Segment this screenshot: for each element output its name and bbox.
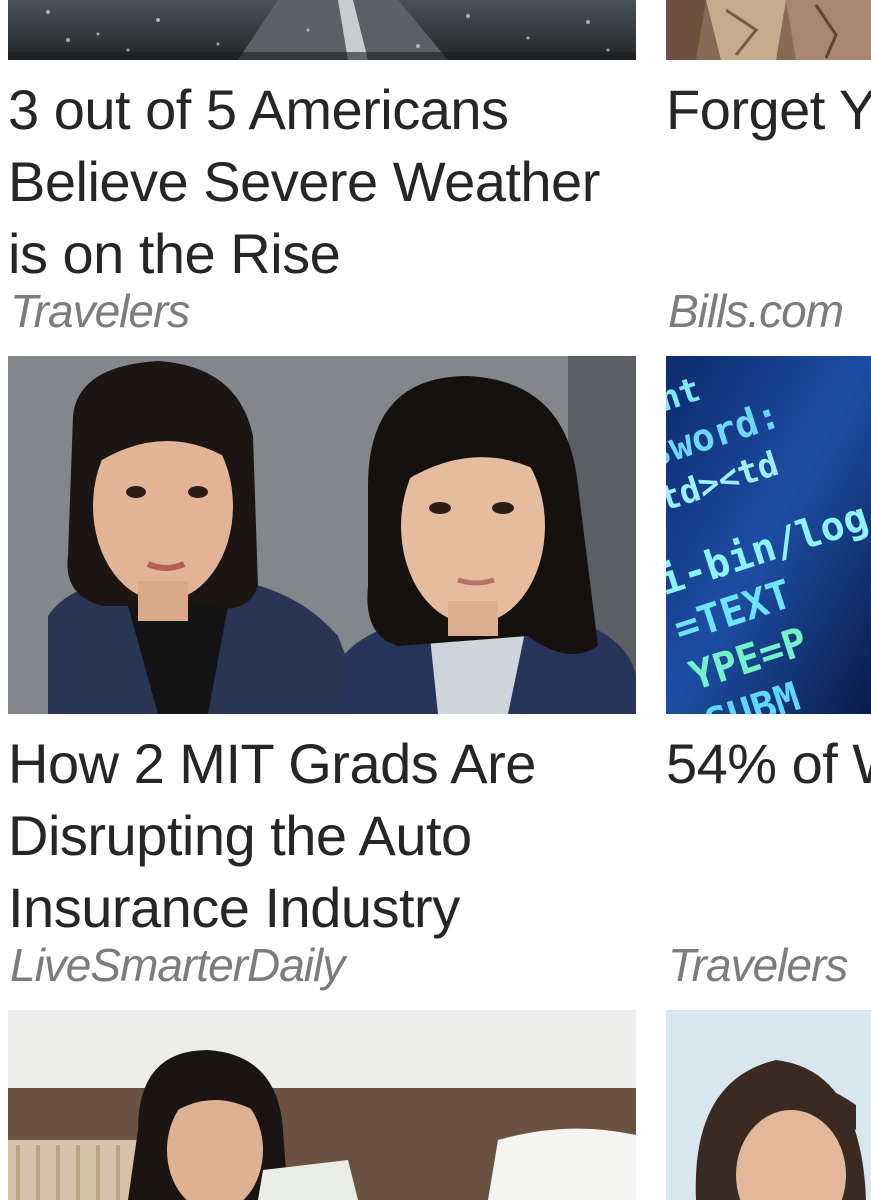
article-source: Travelers [668,939,848,991]
woman-on-sofa-image [8,1010,636,1200]
article-thumbnail[interactable] [8,0,636,60]
article-source: Travelers [10,285,190,337]
crumpled-paper-image [666,0,871,60]
article-card-woman-portrait[interactable] [666,1010,871,1200]
article-title[interactable]: 54% of Worry A Risks [666,728,871,800]
article-thumbnail[interactable] [8,356,636,714]
article-thumbnail[interactable] [666,0,871,60]
article-card-forget[interactable]: Forget Y Own A H Instead) Bills.com [666,0,871,340]
article-thumbnail[interactable]: ount ssword: /td><td i-bin/log =TEXT YPE… [666,356,871,714]
article-card-mit-grads[interactable]: How 2 MIT Grads Are Disrupting the Auto … [8,356,636,996]
article-title[interactable]: 3 out of 5 Americans Believe Severe Weat… [8,74,600,290]
road-snowstorm-image [8,0,636,60]
two-women-portrait-image [8,356,636,714]
password-code-screen-image: ount ssword: /td><td i-bin/log =TEXT YPE… [666,356,871,714]
article-card-severe-weather[interactable]: 3 out of 5 Americans Believe Severe Weat… [8,0,636,340]
sponsored-content-feed: 3 out of 5 Americans Believe Severe Weat… [0,0,871,1200]
woman-portrait-image [666,1010,871,1200]
article-title[interactable]: How 2 MIT Grads Are Disrupting the Auto … [8,728,536,944]
article-source: LiveSmarterDaily [10,939,345,991]
article-title[interactable]: Forget Y Own A H Instead) [666,74,871,146]
article-card-woman-sofa[interactable] [8,1010,636,1200]
article-thumbnail[interactable] [8,1010,636,1200]
article-thumbnail[interactable] [666,1010,871,1200]
article-card-54-percent[interactable]: ount ssword: /td><td i-bin/log =TEXT YPE… [666,356,871,996]
article-source: Bills.com [668,285,844,337]
